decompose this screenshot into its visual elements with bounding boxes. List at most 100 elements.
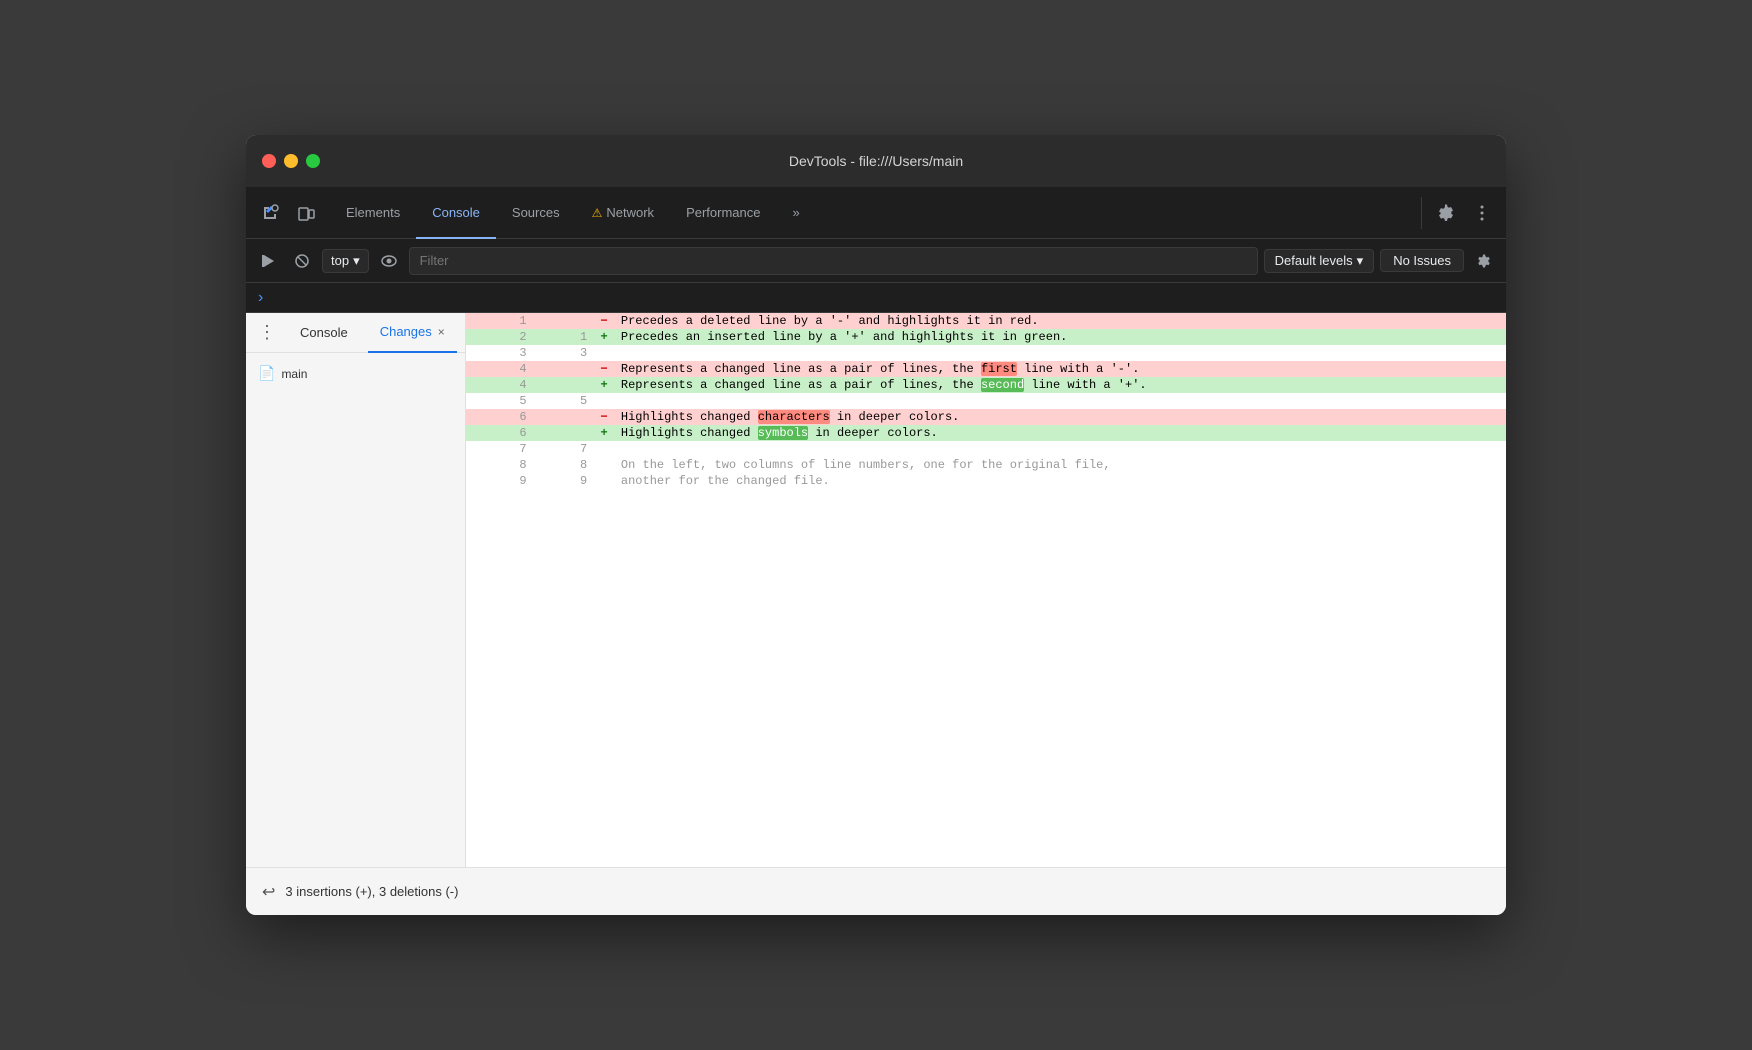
deleted-word-highlight: characters (758, 410, 830, 424)
line-content: On the left, two columns of line numbers… (621, 457, 1506, 473)
tab-console[interactable]: Console (416, 187, 496, 239)
close-changes-tab[interactable]: × (438, 325, 445, 339)
prompt-arrow: › (258, 289, 263, 307)
console-toolbar: top ▾ Default levels ▾ No Issues (246, 239, 1506, 283)
line-sign (587, 345, 621, 361)
line-num-new: 9 (527, 473, 588, 489)
line-num-old: 3 (466, 345, 527, 361)
line-num-old: 9 (466, 473, 527, 489)
traffic-lights (262, 154, 320, 168)
sidebar-menu-icon[interactable]: ⋮ (254, 322, 280, 343)
main-content: ⋮ Console Changes × 📄 (246, 313, 1506, 867)
tab-network[interactable]: ⚠ Network (576, 187, 670, 239)
sidebar-file-list: 📄 main (246, 353, 465, 394)
no-issues-button[interactable]: No Issues (1380, 249, 1464, 272)
sidebar: ⋮ Console Changes × 📄 (246, 313, 466, 867)
diff-footer: ↩ 3 insertions (+), 3 deletions (-) (246, 867, 1506, 915)
line-num-old: 8 (466, 457, 527, 473)
undo-icon[interactable]: ↩ (262, 882, 275, 902)
diff-row-4-inserted: 4 + Represents a changed line as a pair … (466, 377, 1506, 393)
line-content (621, 441, 1506, 457)
diff-row-2-inserted: 2 1 + Precedes an inserted line by a '+'… (466, 329, 1506, 345)
line-sign: + (587, 425, 621, 441)
line-sign: − (587, 313, 621, 329)
line-content: Represents a changed line as a pair of l… (621, 361, 1506, 377)
device-mode-icon[interactable] (290, 197, 322, 229)
file-icon: 📄 (258, 365, 275, 382)
window-title: DevTools - file:///Users/main (789, 153, 963, 169)
sidebar-file-main[interactable]: 📄 main (246, 361, 465, 386)
toolbar-right (1430, 197, 1498, 229)
line-num-new: 1 (527, 329, 588, 345)
context-dropdown[interactable]: top ▾ (322, 249, 369, 273)
inserted-word-highlight: symbols (758, 426, 808, 440)
tab-performance[interactable]: Performance (670, 187, 776, 239)
line-sign (587, 457, 621, 473)
devtools-window: DevTools - file:///Users/main Elements (246, 135, 1506, 915)
eye-icon[interactable] (375, 247, 403, 275)
tab-sources[interactable]: Sources (496, 187, 576, 239)
diff-row-5-neutral: 5 5 (466, 393, 1506, 409)
line-content: Precedes a deleted line by a '-' and hig… (621, 313, 1506, 329)
inserted-word-highlight: second (981, 378, 1024, 392)
line-sign: + (587, 329, 621, 345)
line-num-new: 7 (527, 441, 588, 457)
line-sign: − (587, 409, 621, 425)
line-num-new (527, 425, 588, 441)
diff-row-6-deleted: 6 − Highlights changed characters in dee… (466, 409, 1506, 425)
inspect-element-icon[interactable] (254, 197, 286, 229)
run-script-icon[interactable] (254, 247, 282, 275)
console-arrow-row: › (246, 283, 1506, 313)
sidebar-tab-changes[interactable]: Changes × (368, 313, 457, 353)
clear-console-icon[interactable] (288, 247, 316, 275)
diff-row-7-neutral: 7 7 (466, 441, 1506, 457)
tab-bar: Elements Console Sources ⚠ Network Perfo… (246, 187, 1506, 239)
diff-area[interactable]: 1 − Precedes a deleted line by a '-' and… (466, 313, 1506, 867)
line-num-new: 8 (527, 457, 588, 473)
divider (1421, 197, 1422, 229)
minimize-button[interactable] (284, 154, 298, 168)
line-sign: + (587, 377, 621, 393)
line-num-new (527, 361, 588, 377)
filter-input[interactable] (409, 247, 1258, 275)
diff-table: 1 − Precedes a deleted line by a '-' and… (466, 313, 1506, 489)
diff-row-4-deleted: 4 − Represents a changed line as a pair … (466, 361, 1506, 377)
sidebar-tab-header: ⋮ Console Changes × (246, 313, 465, 353)
settings-icon[interactable] (1430, 197, 1462, 229)
line-num-new: 5 (527, 393, 588, 409)
line-sign (587, 473, 621, 489)
line-num-old: 6 (466, 409, 527, 425)
line-num-old: 1 (466, 313, 527, 329)
diff-row-1-deleted: 1 − Precedes a deleted line by a '-' and… (466, 313, 1506, 329)
default-levels-dropdown[interactable]: Default levels ▾ (1264, 249, 1375, 273)
line-content: Highlights changed symbols in deeper col… (621, 425, 1506, 441)
line-num-old: 4 (466, 361, 527, 377)
warning-icon: ⚠ (592, 206, 603, 220)
line-sign: − (587, 361, 621, 377)
line-content (621, 393, 1506, 409)
line-content: Precedes an inserted line by a '+' and h… (621, 329, 1506, 345)
line-num-old: 5 (466, 393, 527, 409)
line-content: another for the changed file. (621, 473, 1506, 489)
line-content (621, 345, 1506, 361)
diff-row-9-neutral: 9 9 another for the changed file. (466, 473, 1506, 489)
diff-row-8-neutral: 8 8 On the left, two columns of line num… (466, 457, 1506, 473)
deleted-word-highlight: first (981, 362, 1017, 376)
line-content: Highlights changed characters in deeper … (621, 409, 1506, 425)
line-num-old: 6 (466, 425, 527, 441)
diff-row-3-neutral: 3 3 (466, 345, 1506, 361)
more-options-icon[interactable] (1466, 197, 1498, 229)
diff-summary: 3 insertions (+), 3 deletions (-) (285, 884, 458, 899)
settings-console-icon[interactable] (1470, 247, 1498, 275)
line-num-new (527, 377, 588, 393)
tab-elements[interactable]: Elements (330, 187, 416, 239)
line-sign (587, 393, 621, 409)
maximize-button[interactable] (306, 154, 320, 168)
line-num-new: 3 (527, 345, 588, 361)
tab-more[interactable]: » (776, 187, 815, 239)
close-button[interactable] (262, 154, 276, 168)
line-num-old: 7 (466, 441, 527, 457)
line-sign (587, 441, 621, 457)
title-bar: DevTools - file:///Users/main (246, 135, 1506, 187)
sidebar-tab-console[interactable]: Console (288, 313, 360, 353)
